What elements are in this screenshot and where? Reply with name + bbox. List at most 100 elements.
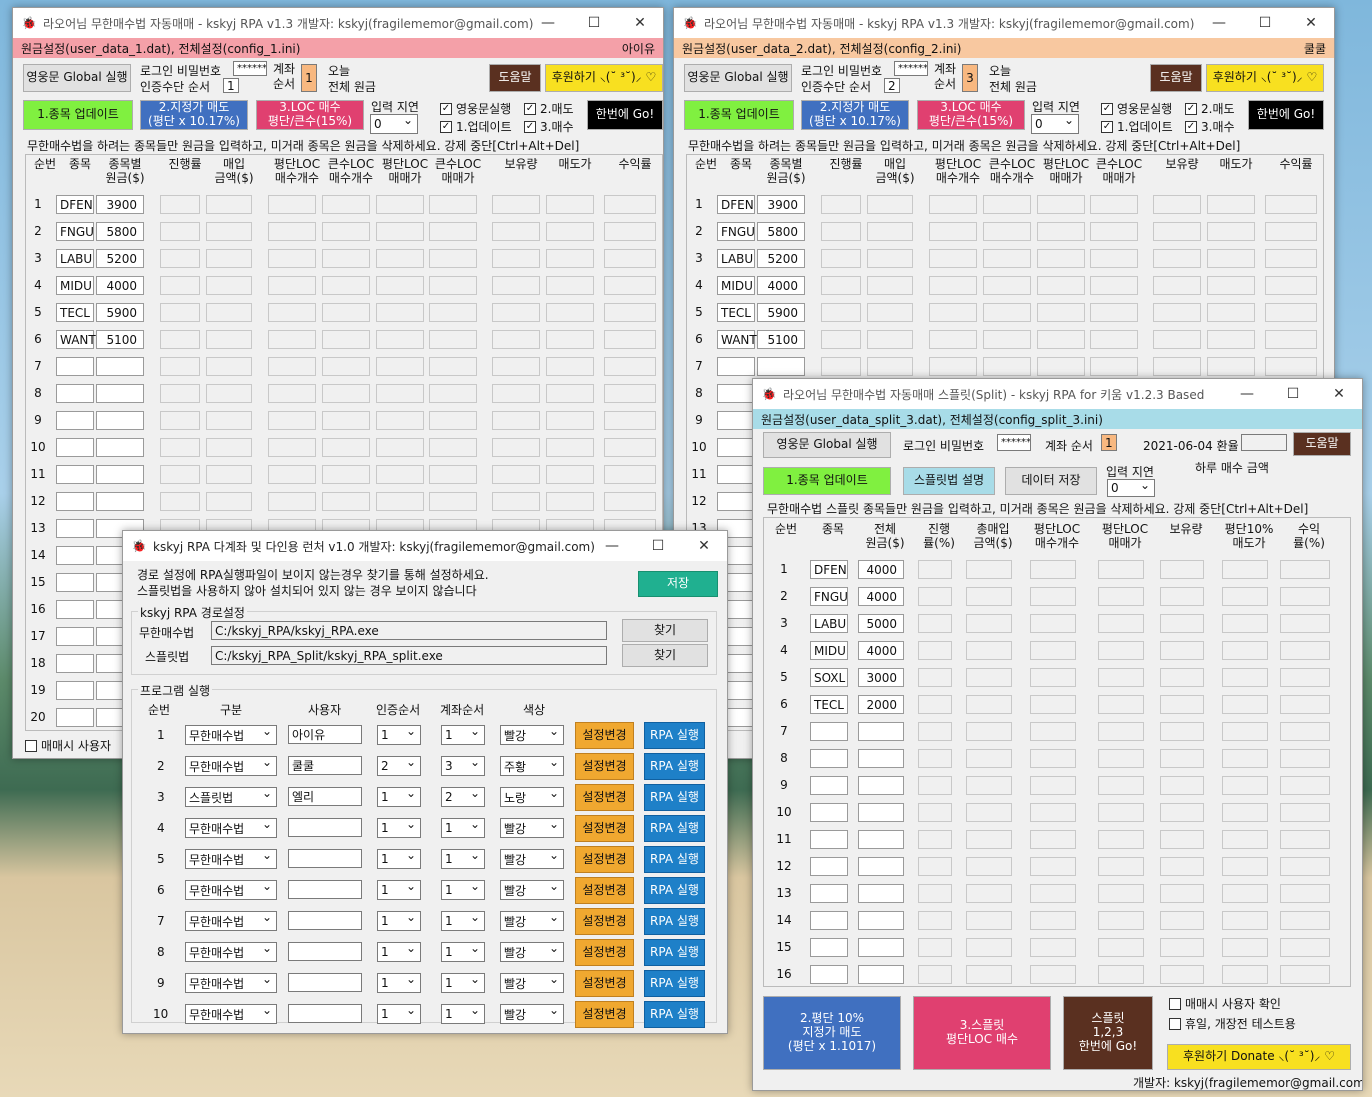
limit-sell-button[interactable]: 2.평단 10% 지정가 매도 (평단 x 1.1017)	[763, 996, 901, 1070]
ticker-field[interactable]	[810, 830, 848, 849]
principal-field[interactable]	[858, 830, 904, 849]
principal-field[interactable]: 5100	[96, 330, 144, 349]
update-button[interactable]: 1.종목 업데이트	[763, 467, 891, 495]
principal-field[interactable]	[858, 857, 904, 876]
user-field[interactable]	[288, 911, 362, 930]
password-field[interactable]: ******	[233, 61, 267, 76]
color-select[interactable]: 빨강	[500, 817, 564, 838]
ticker-field[interactable]: FNGU	[810, 587, 848, 606]
principal-field[interactable]	[858, 776, 904, 795]
user-field[interactable]: 엘리	[288, 787, 362, 806]
color-select[interactable]: 빨강	[500, 972, 564, 993]
ticker-field[interactable]	[717, 438, 755, 457]
account-select[interactable]: 1	[441, 1003, 485, 1024]
minimize-icon[interactable]: —	[525, 8, 571, 38]
type-select[interactable]: 스플릿법	[185, 786, 277, 807]
principal-field[interactable]: 5200	[96, 249, 144, 268]
account-select[interactable]: 1	[441, 972, 485, 993]
user-field[interactable]	[288, 973, 362, 992]
principal-field[interactable]: 5800	[757, 222, 805, 241]
account-select[interactable]: 1	[441, 941, 485, 962]
user-field[interactable]	[288, 1004, 362, 1023]
rpa-run-button[interactable]: RPA 실행	[644, 939, 705, 966]
chk-buy[interactable]: ✓ 3.매수	[1185, 118, 1235, 135]
type-select[interactable]: 무한매수법	[185, 879, 277, 900]
type-select[interactable]: 무한매수법	[185, 1003, 277, 1024]
principal-field[interactable]: 2000	[858, 695, 904, 714]
user-field[interactable]	[288, 818, 362, 837]
principal-field[interactable]: 5800	[96, 222, 144, 241]
account-select[interactable]: 2	[441, 786, 485, 807]
ticker-field[interactable]	[56, 654, 94, 673]
ticker-field[interactable]	[717, 465, 755, 484]
change-settings-button[interactable]: 설정변경	[575, 815, 634, 842]
path2-field[interactable]: C:/kskyj_RPA_Split/kskyj_RPA_split.exe	[211, 646, 607, 665]
user-field[interactable]	[288, 880, 362, 899]
change-settings-button[interactable]: 설정변경	[575, 939, 634, 966]
cert-select[interactable]: 1	[377, 786, 421, 807]
color-select[interactable]: 노랑	[500, 786, 564, 807]
ticker-field[interactable]	[717, 411, 755, 430]
change-settings-button[interactable]: 설정변경	[575, 846, 634, 873]
principal-field[interactable]	[858, 803, 904, 822]
color-select[interactable]: 빨강	[500, 879, 564, 900]
cert-select[interactable]: 1	[377, 972, 421, 993]
type-select[interactable]: 무한매수법	[185, 848, 277, 869]
change-settings-button[interactable]: 설정변경	[575, 908, 634, 935]
ticker-field[interactable]: TECL	[810, 695, 848, 714]
ticker-field[interactable]	[717, 384, 755, 403]
cert-select[interactable]: 1	[377, 1003, 421, 1024]
global-run-button[interactable]: 영웅문 Global 실행	[23, 64, 131, 92]
ticker-field[interactable]	[56, 357, 94, 376]
principal-field[interactable]: 4000	[858, 587, 904, 606]
color-select[interactable]: 빨강	[500, 941, 564, 962]
rpa-run-button[interactable]: RPA 실행	[644, 846, 705, 873]
change-settings-button[interactable]: 설정변경	[575, 970, 634, 997]
close-icon[interactable]: ✕	[681, 531, 727, 561]
type-select[interactable]: 무한매수법	[185, 817, 277, 838]
ticker-field[interactable]	[56, 384, 94, 403]
cert-order-field[interactable]: 1	[223, 78, 239, 93]
color-select[interactable]: 빨강	[500, 724, 564, 745]
help-button[interactable]: 도움말	[1150, 64, 1202, 92]
maximize-icon[interactable]: ☐	[1242, 8, 1288, 38]
ticker-field[interactable]	[56, 519, 94, 538]
split-loc-buy-button[interactable]: 3.스플릿 평단LOC 매수	[913, 996, 1051, 1070]
maximize-icon[interactable]: ☐	[571, 8, 617, 38]
principal-field[interactable]	[858, 911, 904, 930]
user-field[interactable]	[288, 849, 362, 868]
principal-field[interactable]: 4000	[96, 276, 144, 295]
cert-select[interactable]: 2	[377, 755, 421, 776]
ticker-field[interactable]	[717, 492, 755, 511]
principal-field[interactable]: 3900	[757, 195, 805, 214]
chk-hero-run[interactable]: ✓ 영웅문실행	[1101, 100, 1172, 117]
chk-holiday-test[interactable]: 휴일, 개장전 테스트용	[1169, 1015, 1296, 1032]
ticker-field[interactable]	[810, 938, 848, 957]
color-select[interactable]: 빨강	[500, 848, 564, 869]
principal-field[interactable]: 5200	[757, 249, 805, 268]
chk-sell[interactable]: ✓ 2.매도	[524, 100, 574, 117]
rpa-run-button[interactable]: RPA 실행	[644, 753, 705, 780]
cert-select[interactable]: 1	[377, 879, 421, 900]
account-select[interactable]: 1	[441, 910, 485, 931]
principal-field[interactable]: 4000	[858, 641, 904, 660]
principal-field[interactable]: 5100	[757, 330, 805, 349]
ticker-field[interactable]: LABU	[717, 249, 755, 268]
maximize-icon[interactable]: ☐	[1270, 379, 1316, 409]
principal-field[interactable]	[96, 465, 144, 484]
account-order-field[interactable]: 1	[1101, 434, 1117, 451]
color-select[interactable]: 빨강	[500, 910, 564, 931]
ticker-field[interactable]: MIDU	[717, 276, 755, 295]
find2-button[interactable]: 찾기	[622, 644, 708, 667]
account-select[interactable]: 3	[441, 755, 485, 776]
window-1-titlebar[interactable]: 🐞 라오어님 무한매수법 자동매매 - kskyj RPA v1.3 개발자: …	[13, 8, 663, 38]
change-settings-button[interactable]: 설정변경	[575, 877, 634, 904]
account-order-field[interactable]: 1	[301, 64, 317, 92]
ticker-field[interactable]	[56, 492, 94, 511]
ticker-field[interactable]: SOXL	[810, 668, 848, 687]
update-button[interactable]: 1.종목 업데이트	[23, 100, 133, 130]
delay-select[interactable]: 0	[1107, 478, 1155, 497]
split-titlebar[interactable]: 🐞 라오어님 무한매수법 자동매매 스플릿(Split) - kskyj RPA…	[753, 379, 1362, 409]
go-all-button[interactable]: 한번에 Go!	[1248, 100, 1324, 130]
ticker-field[interactable]	[56, 465, 94, 484]
